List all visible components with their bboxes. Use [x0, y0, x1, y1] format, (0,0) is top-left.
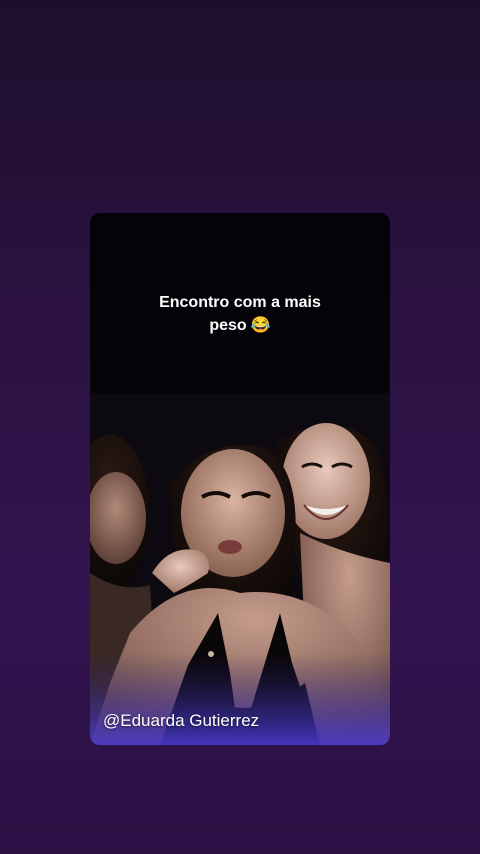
- laughing-emoji-icon: 😂: [250, 317, 271, 334]
- author-watermark: @Eduarda Gutierrez: [103, 711, 260, 730]
- story-card[interactable]: Encontro com a mais peso 😂 @Eduarda Gutie…: [90, 213, 390, 745]
- caption-line-2: peso: [209, 317, 247, 334]
- caption-line-1: Encontro com a mais: [159, 294, 321, 311]
- story-caption: Encontro com a mais peso 😂: [90, 291, 390, 337]
